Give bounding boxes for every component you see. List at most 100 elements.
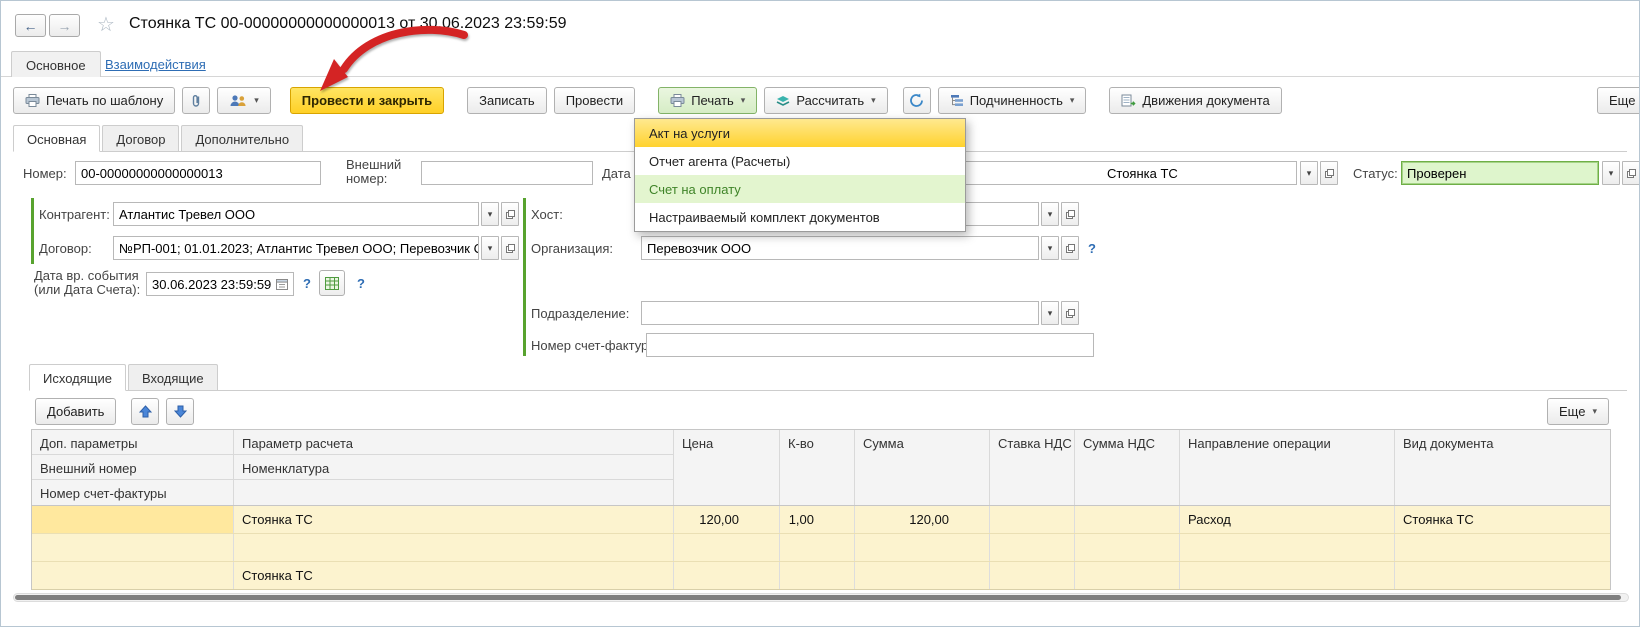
menu-item-payment-invoice[interactable]: Счет на оплату [635, 175, 965, 203]
post-button[interactable]: Провести [554, 87, 636, 114]
cell-price[interactable] [674, 562, 780, 589]
chevron-down-icon: ▾ [1592, 406, 1597, 417]
cell-qty[interactable] [780, 562, 855, 589]
print-menu-button[interactable]: Печать ▾ [658, 87, 757, 114]
schedule-hint[interactable]: ? [357, 276, 365, 291]
operation-kind-value: Стоянка ТС [1107, 166, 1178, 181]
forward-button[interactable]: → [49, 14, 80, 37]
calculate-icon [776, 95, 790, 107]
cell-sum[interactable] [855, 562, 990, 589]
cell-vat-sum[interactable] [1075, 562, 1180, 589]
cell-calc-parameter[interactable]: Стоянка ТС [234, 506, 674, 533]
cell-direction[interactable] [1180, 534, 1395, 561]
tab-main[interactable]: Основное [11, 51, 101, 77]
menu-item-custom-document-set[interactable]: Настраиваемый комплект документов [635, 203, 965, 231]
status-value: Проверен [1407, 166, 1466, 181]
host-dropdown-button[interactable]: ▾ [1041, 202, 1059, 226]
cell-vat-sum[interactable] [1075, 534, 1180, 561]
cell-calc-parameter[interactable] [234, 534, 674, 561]
organization-dropdown-button[interactable]: ▾ [1041, 236, 1059, 260]
open-icon [506, 244, 515, 253]
number-input[interactable]: 00-00000000000000013 [75, 161, 321, 185]
schedule-table-button[interactable] [319, 270, 345, 296]
attachments-button[interactable] [182, 87, 210, 114]
tab-iskhodyashchie[interactable]: Исходящие [29, 364, 126, 391]
menu-item-agent-report[interactable]: Отчет агента (Расчеты) [635, 147, 965, 175]
counterparty-input[interactable]: Атлантис Тревел ООО [113, 202, 479, 226]
contract-dropdown-button[interactable]: ▾ [481, 236, 499, 260]
invoice-number-input[interactable] [646, 333, 1094, 357]
external-number-label: номер: [346, 171, 387, 186]
status-label: Статус: [1353, 166, 1398, 181]
contract-open-button[interactable] [501, 236, 519, 260]
organization-open-button[interactable] [1061, 236, 1079, 260]
responsible-users-button[interactable]: ▾ [217, 87, 271, 114]
move-down-button[interactable] [166, 398, 194, 425]
cell-vat-sum[interactable] [1075, 506, 1180, 533]
write-button[interactable]: Записать [467, 87, 547, 114]
host-open-button[interactable] [1061, 202, 1079, 226]
calculate-button[interactable]: Рассчитать ▾ [764, 87, 887, 114]
tab-vkhodyashchie[interactable]: Входящие [128, 364, 218, 390]
status-open-button[interactable] [1622, 161, 1640, 185]
print-by-template-button[interactable]: Печать по шаблону [13, 87, 175, 114]
status-dropdown-button[interactable]: ▾ [1602, 161, 1620, 185]
back-button[interactable]: ← [15, 14, 46, 37]
cell-vat-rate[interactable] [990, 506, 1075, 533]
menu-item-act-services[interactable]: Акт на услуги [635, 119, 965, 147]
chevron-down-icon: ▾ [1609, 168, 1614, 179]
cell-vat-rate[interactable] [990, 562, 1075, 589]
department-input[interactable] [641, 301, 1039, 325]
page-title: Стоянка ТС 00-00000000000000013 от 30.06… [129, 15, 567, 33]
table-row[interactable] [32, 534, 1610, 562]
department-open-button[interactable] [1061, 301, 1079, 325]
calendar-icon[interactable] [276, 278, 288, 290]
horizontal-scrollbar-thumb[interactable] [15, 595, 1621, 600]
cell-extra-params[interactable] [32, 562, 234, 589]
event-date-input[interactable]: 30.06.2023 23:59:59 [146, 272, 294, 296]
cell-direction[interactable] [1180, 562, 1395, 589]
cell-doc-kind[interactable] [1395, 534, 1610, 561]
cell-direction[interactable]: Расход [1180, 506, 1395, 533]
cell-sum[interactable] [855, 534, 990, 561]
operation-kind-open-button[interactable] [1320, 161, 1338, 185]
operation-kind-dropdown-button[interactable]: ▾ [1300, 161, 1318, 185]
tab-osnovnaya[interactable]: Основная [13, 125, 100, 152]
external-number-input[interactable] [421, 161, 593, 185]
table-row[interactable]: Стоянка ТС [32, 562, 1610, 590]
subordination-button[interactable]: Подчиненность ▾ [938, 87, 1087, 114]
add-row-button[interactable]: Добавить [35, 398, 116, 425]
organization-input[interactable]: Перевозчик ООО [641, 236, 1039, 260]
department-dropdown-button[interactable]: ▾ [1041, 301, 1059, 325]
grid-more-button[interactable]: Еще ▾ [1547, 398, 1609, 425]
cell-sum[interactable]: 120,00 [855, 506, 990, 533]
cell-calc-parameter[interactable]: Стоянка ТС [234, 562, 674, 589]
counterparty-open-button[interactable] [501, 202, 519, 226]
move-up-button[interactable] [131, 398, 159, 425]
cell-extra-params[interactable] [32, 506, 234, 533]
cell-price[interactable]: 120,00 [674, 506, 780, 533]
horizontal-scrollbar[interactable] [13, 593, 1629, 602]
cell-doc-kind[interactable]: Стоянка ТС [1395, 506, 1610, 533]
refresh-button[interactable] [903, 87, 931, 114]
cell-extra-params[interactable] [32, 534, 234, 561]
cell-vat-rate[interactable] [990, 534, 1075, 561]
contract-input[interactable]: №РП-001; 01.01.2023; Атлантис Тревел ООО… [113, 236, 479, 260]
cell-doc-kind[interactable] [1395, 562, 1610, 589]
cell-qty[interactable]: 1,00 [780, 506, 855, 533]
tab-dogovor[interactable]: Договор [102, 125, 179, 151]
table-row[interactable]: Стоянка ТС 120,00 1,00 120,00 Расход Сто… [32, 506, 1610, 534]
cell-qty[interactable] [780, 534, 855, 561]
post-and-close-button[interactable]: Провести и закрыть [290, 87, 444, 114]
document-movements-button[interactable]: Движения документа [1109, 87, 1281, 114]
event-date-hint[interactable]: ? [303, 276, 311, 291]
cell-price[interactable] [674, 534, 780, 561]
organization-hint[interactable]: ? [1088, 241, 1096, 256]
tab-dopolnitelno[interactable]: Дополнительно [181, 125, 303, 151]
main-toolbar: Печать по шаблону ▾ Провести и закрыть З… [13, 87, 1282, 114]
counterparty-dropdown-button[interactable]: ▾ [481, 202, 499, 226]
toolbar-more-button[interactable]: Еще ▾ [1597, 87, 1640, 114]
favorite-star-icon[interactable]: ☆ [97, 15, 115, 35]
tab-interactions-link[interactable]: Взаимодействия [105, 57, 206, 72]
status-input[interactable]: Проверен [1401, 161, 1599, 185]
